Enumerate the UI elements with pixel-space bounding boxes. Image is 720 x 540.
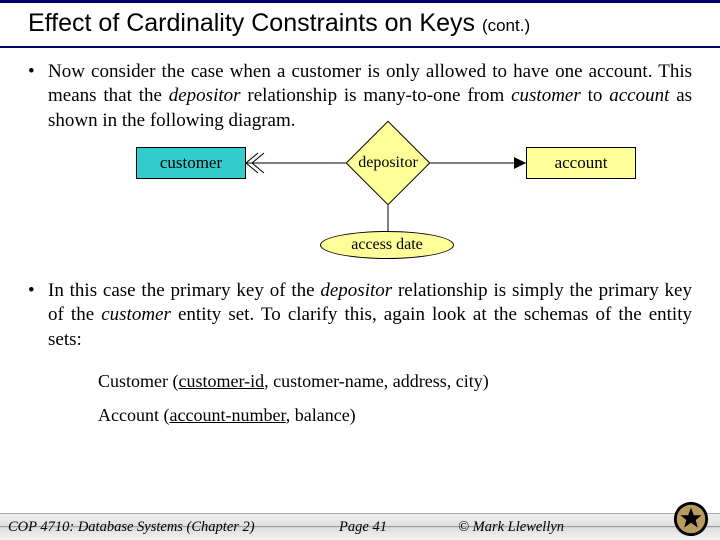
relationship-depositor: depositor [328, 131, 448, 195]
slide-footer: COP 4710: Database Systems (Chapter 2) P… [0, 513, 720, 540]
bullet-2: • In this case the primary key of the de… [28, 279, 692, 352]
er-diagram: customer depositor account access date [28, 139, 692, 269]
schema-list: Customer (customer-id, customer-name, ad… [98, 364, 692, 432]
bullet-1-text: Now consider the case when a customer is… [48, 60, 692, 133]
footer-course: COP 4710: Database Systems (Chapter 2) [8, 519, 288, 536]
bullet-2-text: In this case the primary key of the depo… [48, 279, 692, 352]
bullet-1: • Now consider the case when a customer … [28, 60, 692, 133]
title-cont: (cont.) [482, 16, 530, 35]
schema-account: Account (account-number, balance) [98, 398, 692, 432]
footer-author: © Mark Llewellyn [438, 519, 712, 536]
ucf-logo-icon [672, 500, 710, 538]
slide-content: • Now consider the case when a customer … [0, 48, 720, 432]
bullet-dot: • [28, 279, 48, 352]
bullet-dot: • [28, 60, 48, 133]
entity-customer: customer [136, 147, 246, 179]
slide-title: Effect of Cardinality Constraints on Key… [0, 0, 720, 48]
title-main: Effect of Cardinality Constraints on Key… [28, 9, 475, 37]
entity-account: account [526, 147, 636, 179]
attribute-access-date: access date [320, 231, 454, 259]
schema-customer: Customer (customer-id, customer-name, ad… [98, 364, 692, 398]
footer-page: Page 41 [288, 519, 438, 536]
